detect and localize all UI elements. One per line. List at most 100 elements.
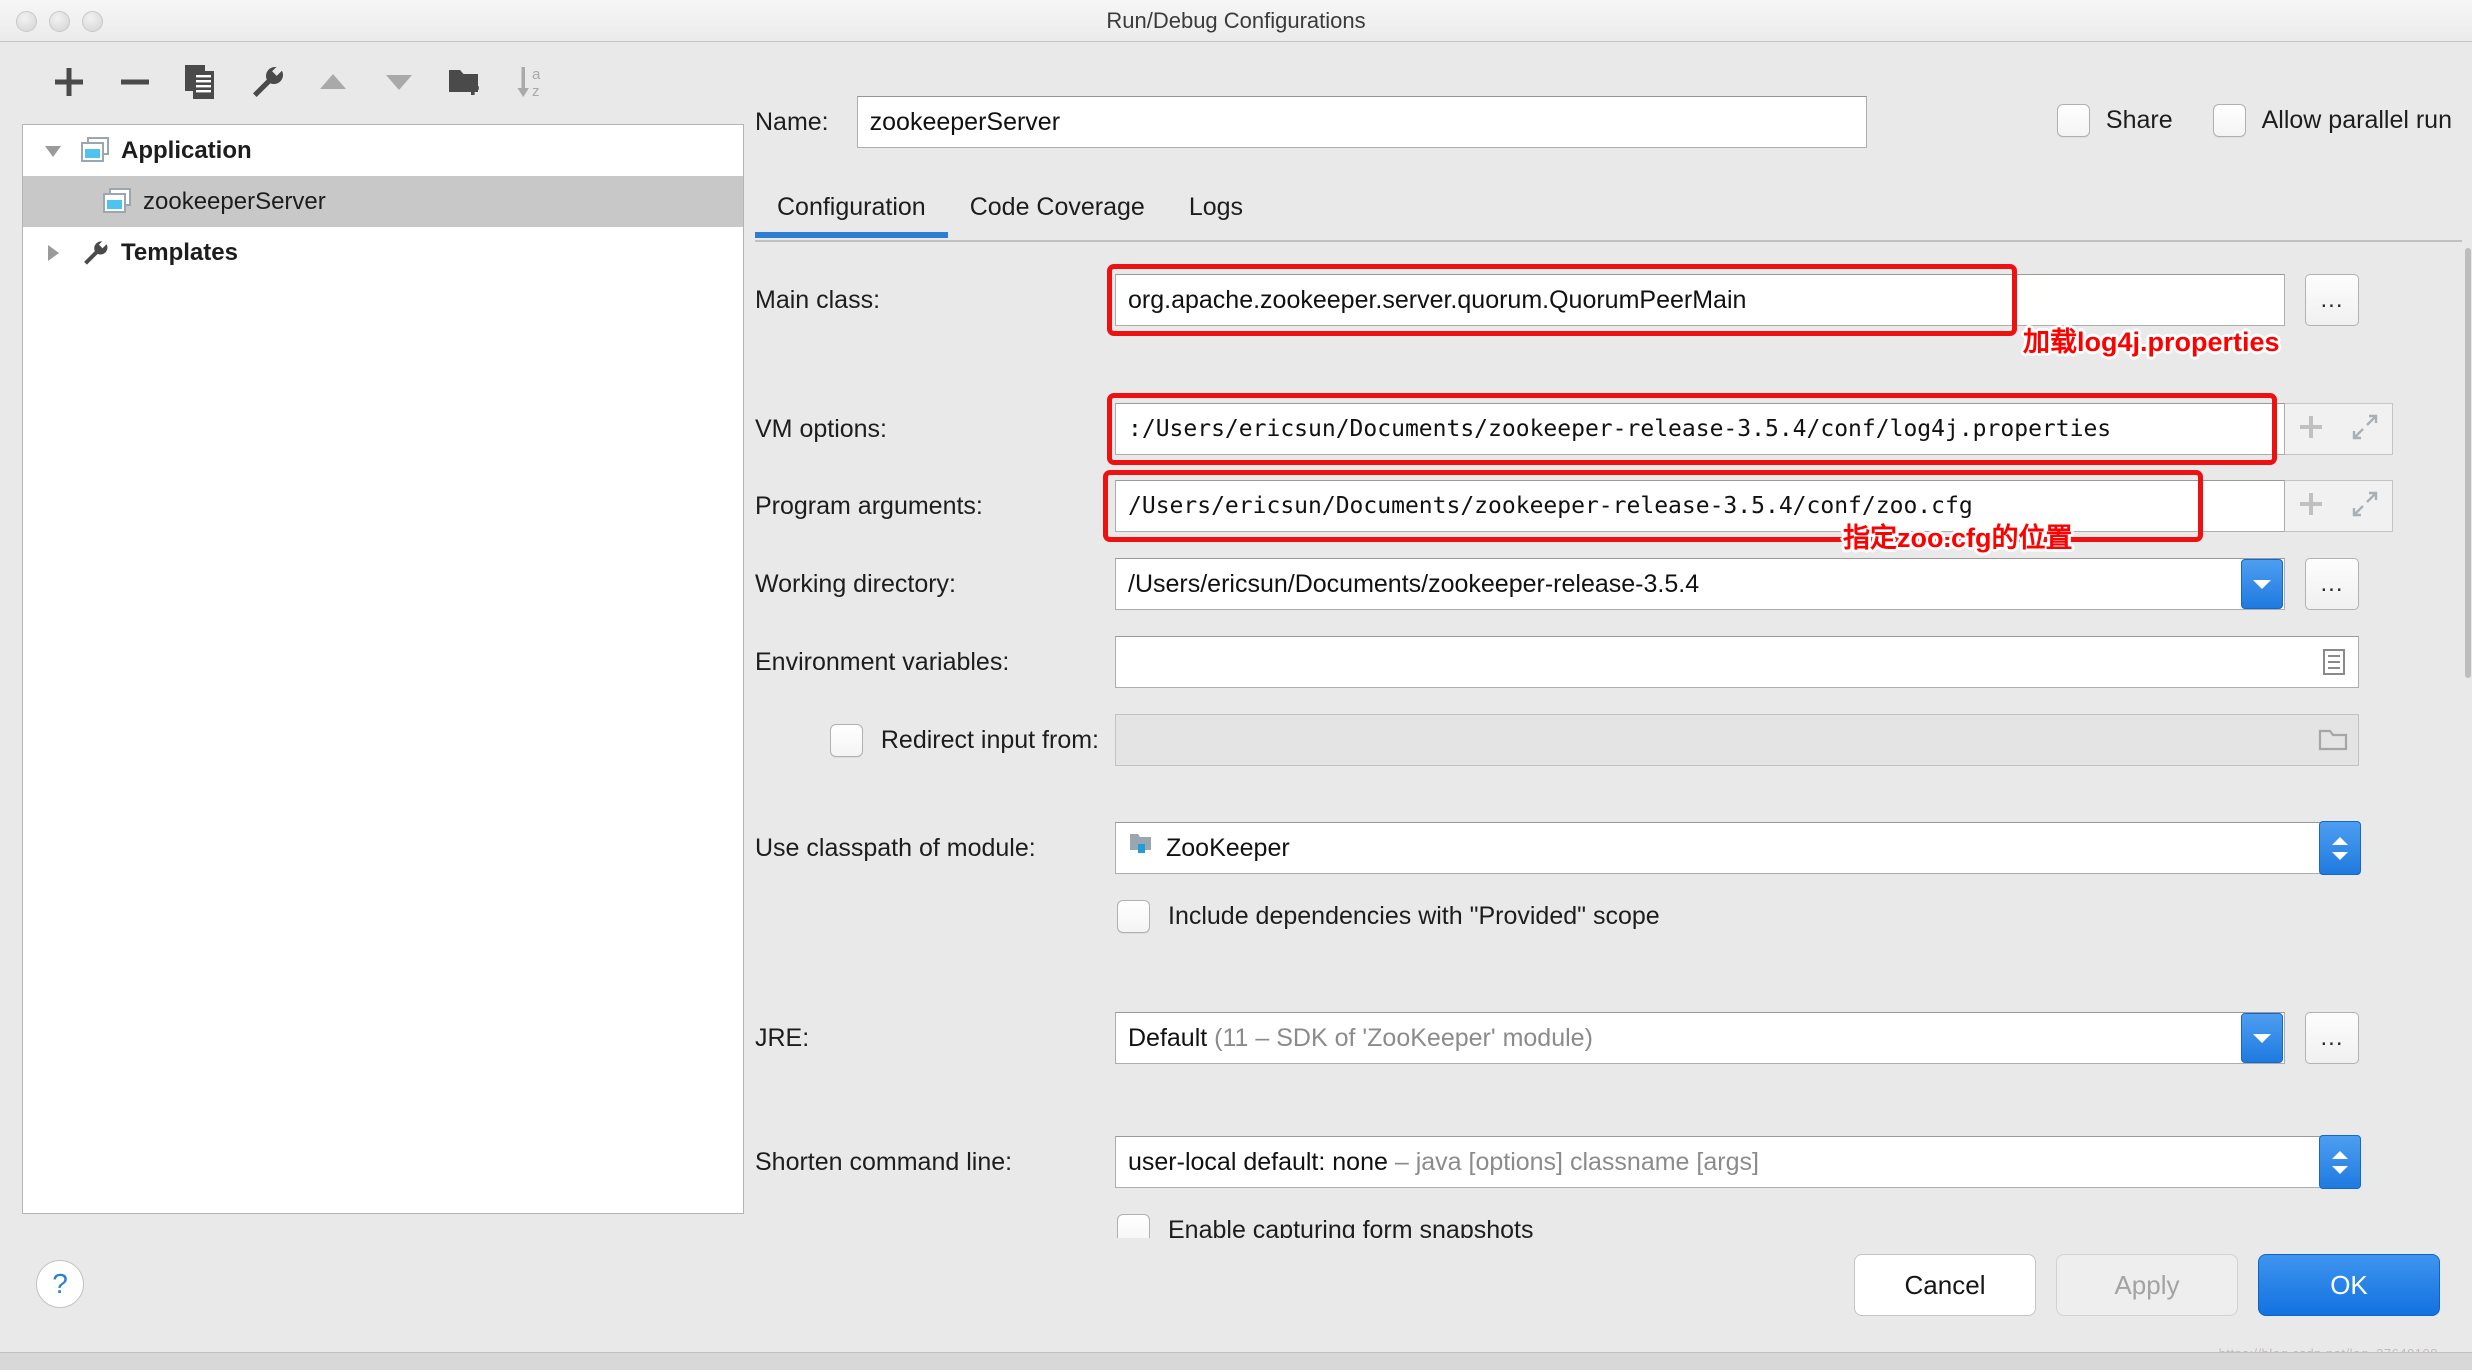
tab-code-coverage[interactable]: Code Coverage (948, 193, 1167, 238)
allow-parallel-run-label: Allow parallel run (2261, 106, 2452, 134)
include-provided-checkbox[interactable] (1117, 900, 1150, 933)
environment-variables-input[interactable] (1115, 636, 2359, 688)
configurations-tree[interactable]: Application zookeeperServer Templates (22, 124, 744, 1214)
wrench-icon (73, 239, 117, 267)
classpath-module-combo[interactable]: ZooKeeper (1115, 822, 2359, 874)
annotation-log4j: 加载log4j.properties (2023, 327, 2280, 357)
editor-tabs: Configuration Code Coverage Logs (755, 170, 2462, 242)
new-folder-button[interactable] (432, 54, 498, 110)
add-button[interactable] (36, 54, 102, 110)
window-title: Run/Debug Configurations (1106, 8, 1366, 33)
remove-button[interactable] (102, 54, 168, 110)
main-class-input[interactable]: org.apache.zookeeper.server.quorum.Quoru… (1115, 274, 2285, 326)
include-provided-row[interactable]: Include dependencies with "Provided" sco… (1117, 900, 1660, 933)
module-icon (1128, 823, 1154, 873)
application-icon (95, 187, 139, 216)
chevron-right-icon[interactable] (33, 242, 73, 264)
dialog-buttons: Cancel Apply OK (1854, 1254, 2440, 1316)
window-bottom-strip (0, 1352, 2472, 1370)
classpath-module-label: Use classpath of module: (755, 833, 1036, 862)
tree-item-label: Application (121, 136, 252, 164)
env-list-icon[interactable] (2310, 637, 2358, 687)
jre-row: JRE: Default (11 – SDK of 'ZooKeeper' mo… (755, 1012, 2359, 1064)
classpath-module-row: Use classpath of module: ZooKeeper (755, 821, 2361, 875)
include-provided-label: Include dependencies with "Provided" sco… (1168, 902, 1660, 930)
shorten-command-line-combo[interactable]: user-local default: none – java [options… (1115, 1136, 2359, 1188)
apply-button[interactable]: Apply (2056, 1254, 2238, 1316)
program-arguments-buttons[interactable] (2285, 480, 2393, 532)
svg-text:z: z (532, 83, 540, 100)
jre-value: Default (1128, 1024, 1208, 1052)
plus-icon[interactable] (2298, 491, 2324, 522)
tree-item-label: Templates (121, 238, 238, 266)
working-directory-browse-button[interactable]: ... (2305, 558, 2359, 610)
folder-icon[interactable] (2309, 716, 2357, 764)
configurations-toolbar: a z (0, 42, 745, 122)
name-label: Name: (755, 107, 829, 136)
classpath-module-stepper[interactable] (2319, 821, 2361, 875)
plus-icon[interactable] (2298, 414, 2324, 445)
redirect-input-row: Redirect input from: (755, 714, 2359, 766)
shorten-command-line-row: Shorten command line: user-local default… (755, 1135, 2361, 1189)
copy-configuration-button[interactable] (168, 54, 234, 110)
jre-dropdown-button[interactable] (2241, 1013, 2283, 1063)
environment-variables-row: Environment variables: (755, 636, 2359, 688)
chevron-down-icon[interactable] (33, 140, 73, 162)
allow-parallel-run-checkbox[interactable] (2212, 104, 2246, 137)
tab-logs[interactable]: Logs (1167, 193, 1265, 238)
main-class-row: Main class: org.apache.zookeeper.server.… (755, 274, 2359, 326)
tree-item-zookeeperserver[interactable]: zookeeperServer (23, 176, 743, 227)
configuration-form: Main class: org.apache.zookeeper.server.… (745, 248, 2472, 1280)
jre-label: JRE: (755, 1023, 810, 1052)
tab-configuration[interactable]: Configuration (755, 193, 948, 238)
working-directory-input[interactable]: /Users/ericsun/Documents/zookeeper-relea… (1115, 558, 2285, 610)
edit-templates-button[interactable] (234, 54, 300, 110)
vm-options-input[interactable]: :/Users/ericsun/Documents/zookeeper-rele… (1115, 403, 2285, 455)
working-directory-dropdown-button[interactable] (2241, 559, 2283, 609)
working-directory-label: Working directory: (755, 569, 956, 598)
vm-options-buttons[interactable] (2285, 403, 2393, 455)
program-arguments-input[interactable]: /Users/ericsun/Documents/zookeeper-relea… (1115, 480, 2285, 532)
dialog-footer: ? Cancel Apply OK https://blog.csdn.net/… (0, 1238, 2472, 1370)
expand-icon[interactable] (2351, 490, 2379, 523)
share-label: Share (2105, 106, 2173, 134)
shorten-command-line-label: Shorten command line: (755, 1147, 1013, 1176)
program-arguments-row: Program arguments: /Users/ericsun/Docume… (755, 480, 2393, 532)
tree-item-templates[interactable]: Templates (23, 227, 743, 278)
annotation-zoocfg: 指定zoo.cfg的位置 (1843, 523, 2073, 553)
help-button[interactable]: ? (36, 1260, 84, 1308)
share-checkbox-row[interactable]: Share (2056, 104, 2173, 137)
ok-button[interactable]: OK (2258, 1254, 2440, 1316)
form-scrollbar[interactable] (2464, 248, 2472, 1280)
sort-az-button[interactable]: a z (498, 54, 564, 110)
tree-item-label: zookeeperServer (143, 187, 326, 215)
title-bar: Run/Debug Configurations (0, 0, 2472, 42)
environment-variables-label: Environment variables: (755, 647, 1010, 676)
move-up-button[interactable] (300, 54, 366, 110)
name-input[interactable]: zookeeperServer (856, 96, 1867, 148)
expand-icon[interactable] (2351, 413, 2379, 446)
jre-browse-button[interactable]: ... (2305, 1012, 2359, 1064)
redirect-input-field[interactable] (1115, 714, 2359, 766)
cancel-button[interactable]: Cancel (1854, 1254, 2036, 1316)
vm-options-label: VM options: (755, 414, 888, 443)
move-down-button[interactable] (366, 54, 432, 110)
allow-parallel-run-checkbox-row[interactable]: Allow parallel run (2212, 104, 2452, 137)
vm-options-row: VM options: :/Users/ericsun/Documents/zo… (755, 403, 2393, 455)
main-class-label: Main class: (755, 285, 881, 314)
form-scrollbar-thumb[interactable] (2465, 248, 2471, 678)
jre-combo[interactable]: Default (11 – SDK of 'ZooKeeper' module) (1115, 1012, 2285, 1064)
share-checkbox[interactable] (2056, 104, 2090, 137)
run-debug-configurations-dialog: Run/Debug Configurations a z Application… (0, 0, 2472, 1370)
redirect-input-checkbox[interactable] (829, 723, 863, 757)
svg-text:a: a (532, 66, 541, 83)
shorten-command-line-stepper[interactable] (2319, 1135, 2361, 1189)
main-class-browse-button[interactable]: ... (2305, 274, 2359, 326)
shorten-command-line-value: user-local default: none (1128, 1148, 1388, 1176)
run-options-group: Share Allow parallel run (2056, 104, 2452, 137)
jre-hint: (11 – SDK of 'ZooKeeper' module) (1214, 1024, 1593, 1052)
redirect-input-label: Redirect input from: (880, 725, 1099, 754)
tree-item-application[interactable]: Application (23, 125, 743, 176)
working-directory-row: Working directory: /Users/ericsun/Docume… (755, 558, 2359, 610)
name-row: Name: zookeeperServer (755, 96, 1867, 148)
